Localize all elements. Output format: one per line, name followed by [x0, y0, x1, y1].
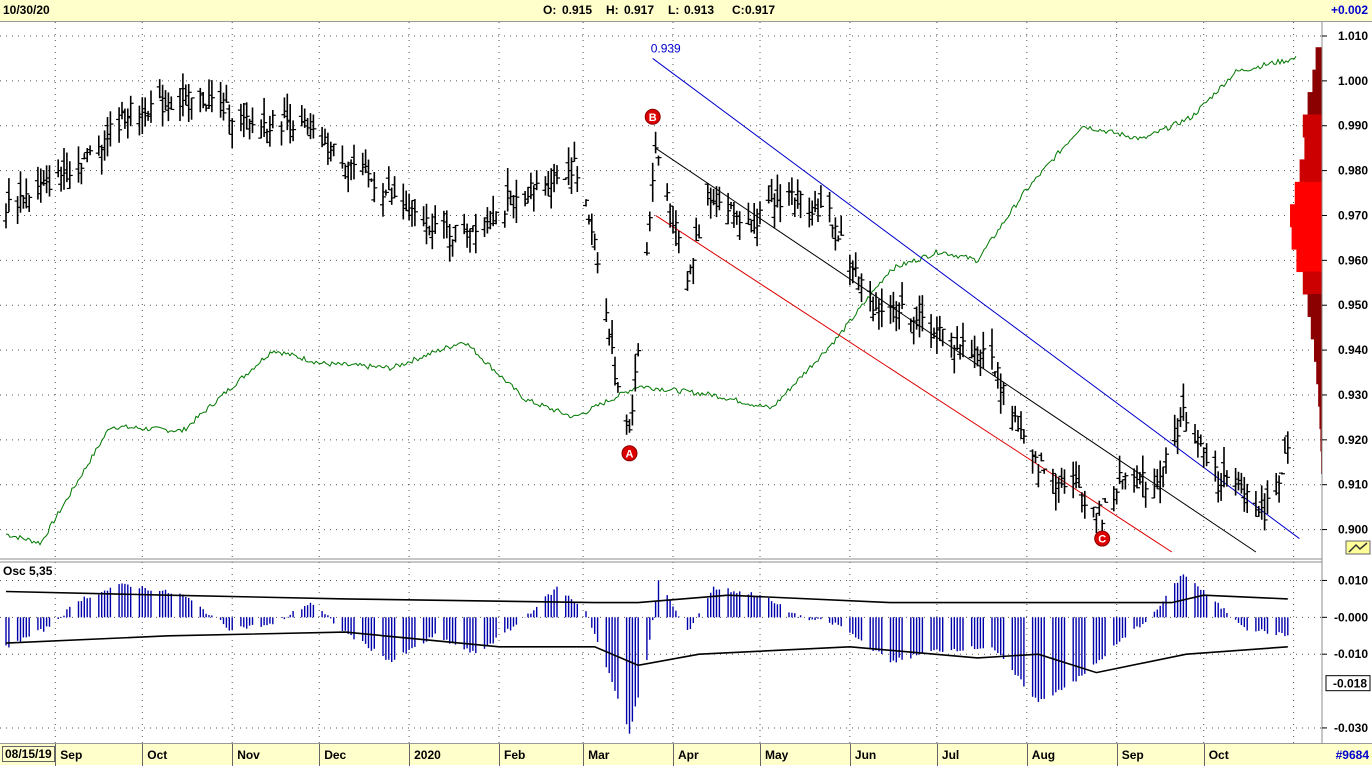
month-label: Nov: [237, 748, 260, 762]
month-tick: [849, 744, 851, 766]
volume-profile-bin: [1315, 47, 1322, 71]
month-tick: [1116, 744, 1118, 766]
month-tick: [55, 744, 57, 766]
volume-profile-bin: [1307, 92, 1322, 116]
oscillator-title: Osc 5,35: [3, 564, 53, 578]
wave-marker-label: A: [626, 448, 634, 460]
volume-profile-bin: [1294, 181, 1322, 205]
price-tick-label: 0.990: [1338, 119, 1368, 133]
price-tick-label: 1.010: [1338, 29, 1368, 43]
volume-profile-bin: [1310, 316, 1322, 340]
price-tick-label: 0.960: [1338, 253, 1368, 267]
price-tick-label: 0.970: [1338, 208, 1368, 222]
channel-label: 0.939: [651, 41, 681, 55]
wave-marker-label: C: [1098, 534, 1106, 546]
open-label: O:: [543, 3, 557, 17]
price-tick-label: 0.930: [1338, 388, 1368, 402]
wave-marker-A: A: [621, 445, 638, 462]
low-value: 0.913: [684, 3, 715, 17]
high-value: 0.917: [624, 3, 655, 17]
wave-marker-label: B: [649, 112, 657, 124]
price-chart[interactable]: 0.939 A B C Osc 5,35 1.010 1.000 0.990 0.980 0.…: [0, 22, 1372, 743]
open-value: 0.915: [562, 3, 593, 17]
volume-profile-bin: [1290, 204, 1322, 228]
month-label: Apr: [678, 748, 699, 762]
volume-profile-bin: [1304, 136, 1322, 160]
month-tick: [499, 744, 500, 766]
time-axis-bar: 08/15/19 Sep Oct Nov Dec 2020 Feb Mar Apr May Jun…: [0, 743, 1372, 766]
price-tick-label: 0.920: [1338, 433, 1368, 447]
low-label: L:: [668, 3, 680, 17]
osc-current-value: -0.018: [1333, 677, 1367, 691]
osc-tick-label: -0.000: [1334, 610, 1368, 624]
osc-tick-label: -0.010: [1334, 647, 1368, 661]
month-tick: [760, 744, 761, 766]
change-value: +0.002: [1330, 3, 1368, 17]
month-label: 2020: [414, 748, 441, 762]
month-label: May: [765, 748, 789, 762]
month-label: Feb: [504, 748, 526, 762]
volume-profile-bin: [1318, 383, 1322, 407]
month-label: Dec: [324, 748, 347, 762]
month-label: Oct: [147, 748, 168, 762]
header-date: 10/30/20: [3, 3, 50, 17]
month-tick: [319, 744, 321, 766]
month-tick: [232, 744, 234, 766]
price-tick-label: 0.910: [1338, 478, 1368, 492]
ohlc-header-bar: 10/30/20 O: 0.915 H: 0.917 L: 0.913 C: 0…: [0, 0, 1372, 22]
wave-marker-C: C: [1094, 530, 1111, 547]
month-label: Sep: [60, 748, 83, 762]
price-tick-label: 0.980: [1338, 164, 1368, 178]
volume-profile-bin: [1307, 294, 1322, 317]
volume-profile-bin: [1316, 361, 1322, 385]
volume-profile-bin: [1302, 271, 1322, 295]
month-tick: [1026, 744, 1028, 766]
osc-tick-label: -0.030: [1334, 721, 1368, 735]
high-label: H:: [606, 3, 619, 17]
month-tick: [1203, 744, 1205, 766]
month-tick: [409, 744, 411, 766]
month-tick: [142, 744, 144, 766]
price-tick-label: 0.900: [1338, 523, 1368, 537]
month-label: Oct: [1208, 748, 1229, 762]
volume-profile-bin: [1314, 338, 1322, 362]
month-tick: [583, 744, 585, 766]
volume-profile-bin: [1291, 226, 1322, 250]
month-tick: [936, 744, 938, 766]
tools-icon[interactable]: [1345, 540, 1371, 555]
month-labels: Sep Oct Nov Dec 2020 Feb Mar Apr May Jun Jul Aug Sep…: [0, 744, 1322, 766]
symbol-badge: #9684: [1335, 748, 1369, 762]
volume-profile-bin: [1296, 249, 1322, 273]
close-value: 0.917: [745, 3, 776, 17]
month-label: Sep: [1121, 748, 1144, 762]
volume-profile-bin: [1302, 114, 1322, 138]
month-label: Aug: [1031, 748, 1056, 762]
volume-profile-bin: [1299, 159, 1322, 183]
price-tick-label: 0.950: [1338, 298, 1368, 312]
osc-tick-label: 0.010: [1338, 573, 1368, 587]
month-tick: [673, 744, 674, 766]
month-label: Mar: [588, 748, 610, 762]
month-label: Jun: [854, 748, 877, 762]
wave-marker-B: B: [644, 108, 661, 125]
month-label: Jul: [941, 748, 960, 762]
volume-profile-bin: [1312, 69, 1322, 93]
price-tick-label: 1.000: [1338, 74, 1368, 88]
price-tick-label: 0.940: [1338, 343, 1368, 357]
close-label: C:: [732, 3, 745, 17]
